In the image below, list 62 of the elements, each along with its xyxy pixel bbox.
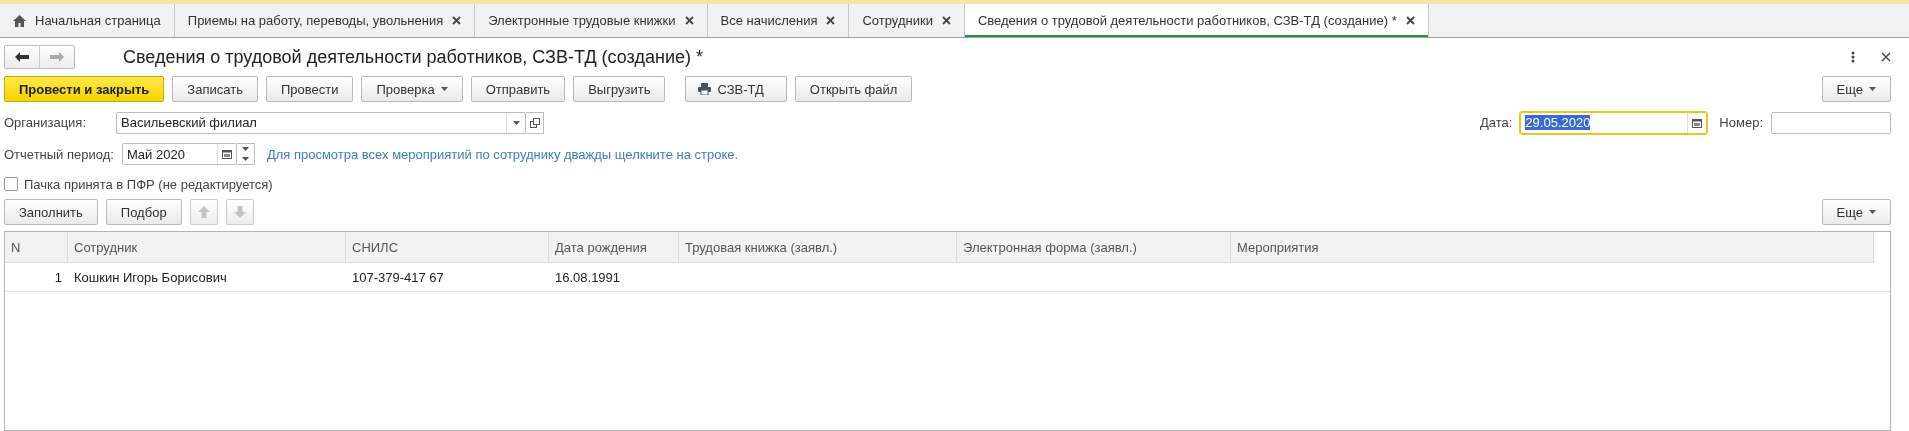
column-header[interactable]: Мероприятия	[1231, 232, 1874, 262]
field-label: Отчетный период:	[4, 146, 114, 162]
table-toolbar-button[interactable]: Заполнить	[4, 199, 98, 225]
caret-icon	[512, 120, 520, 125]
column-header[interactable]: N	[5, 232, 68, 262]
toolbar-button[interactable]: Открыть файл	[794, 76, 913, 102]
organization-field[interactable]: Васильевский филиал	[116, 111, 526, 134]
checkbox-label[interactable]: Пачка принята в ПФР (не редактируется)	[24, 176, 273, 192]
column-header[interactable]: Трудовая книжка (заявл.)	[679, 232, 957, 262]
close-icon[interactable]	[1881, 52, 1891, 62]
more-actions-icon[interactable]	[1851, 51, 1855, 63]
home-icon	[13, 14, 26, 27]
tab[interactable]: Приемы на работу, переводы, увольнения	[174, 4, 476, 37]
toolbar-button[interactable]: Выгрузить	[573, 76, 666, 102]
toolbar-button[interactable]: Записать	[172, 76, 258, 102]
more-button[interactable]: Еще	[1821, 76, 1891, 102]
dropdown-button[interactable]: Проверка	[361, 76, 463, 102]
printer-icon	[698, 83, 712, 95]
caret-icon	[440, 87, 448, 91]
toolbar-button[interactable]: Отправить	[470, 76, 566, 102]
toolbar-button[interactable]: Провести	[265, 76, 354, 102]
tab[interactable]: Электронные трудовые книжки	[475, 4, 708, 37]
checkbox[interactable]	[4, 177, 18, 191]
field-label: Дата:	[1479, 115, 1513, 130]
table-toolbar-button[interactable]: Подбор	[105, 199, 182, 225]
caret-icon	[1869, 210, 1876, 214]
caret-icon	[1869, 87, 1876, 91]
hint-link[interactable]: Для просмотра всех мероприятий по сотруднику дважды щелкните на строке.	[266, 146, 739, 162]
post-and-close-button[interactable]: Провести и закрыть	[4, 76, 165, 102]
tab[interactable]: Все начисления	[707, 4, 850, 37]
close-icon[interactable]	[826, 16, 836, 25]
close-icon[interactable]	[941, 16, 951, 25]
print-button[interactable]: СЗВ-ТД	[685, 76, 787, 102]
close-icon[interactable]	[684, 16, 694, 25]
more-button[interactable]: Еще	[1821, 199, 1891, 225]
open-icon[interactable]	[529, 117, 540, 128]
back-arrow-icon[interactable]	[15, 52, 29, 62]
close-icon[interactable]	[452, 16, 462, 25]
tab[interactable]: Начальная страница	[0, 4, 175, 37]
column-header[interactable]: СНИЛС	[346, 232, 549, 262]
close-icon[interactable]	[1405, 16, 1415, 25]
tab[interactable]: Сведения о трудовой деятельности работников, СЗВ-ТД (создание) *	[964, 4, 1429, 37]
table-cell-text: 1	[53, 268, 63, 287]
column-header[interactable]: Дата рождения	[549, 232, 679, 262]
navigation-buttons[interactable]	[4, 45, 75, 69]
field-label: Номер:	[1719, 115, 1763, 130]
date-field[interactable]: 29.05.2020	[1520, 111, 1708, 134]
calendar-icon	[221, 149, 232, 159]
calendar-icon	[1692, 117, 1703, 128]
table-cell-text: 107-379-417 67	[351, 268, 445, 287]
spinner-buttons[interactable]	[236, 143, 255, 165]
column-header[interactable]: Сотрудник	[68, 232, 346, 262]
arrow-down-icon	[233, 206, 246, 218]
field-label: Организация:	[4, 115, 88, 130]
column-header[interactable]: Электронная форма (заявл.)	[957, 232, 1231, 262]
number-field[interactable]	[1771, 111, 1891, 134]
table-cell-text: 16.08.1991	[554, 268, 622, 287]
window-title: Сведения о трудовой деятельности работников, СЗВ-ТД (создание) *	[123, 46, 704, 68]
arrow-up-icon	[197, 206, 210, 218]
period-field[interactable]: Май 2020	[121, 143, 237, 165]
tab[interactable]: Сотрудники	[849, 4, 965, 37]
table-cell-text: Кошкин Игорь Борисович	[73, 268, 228, 287]
